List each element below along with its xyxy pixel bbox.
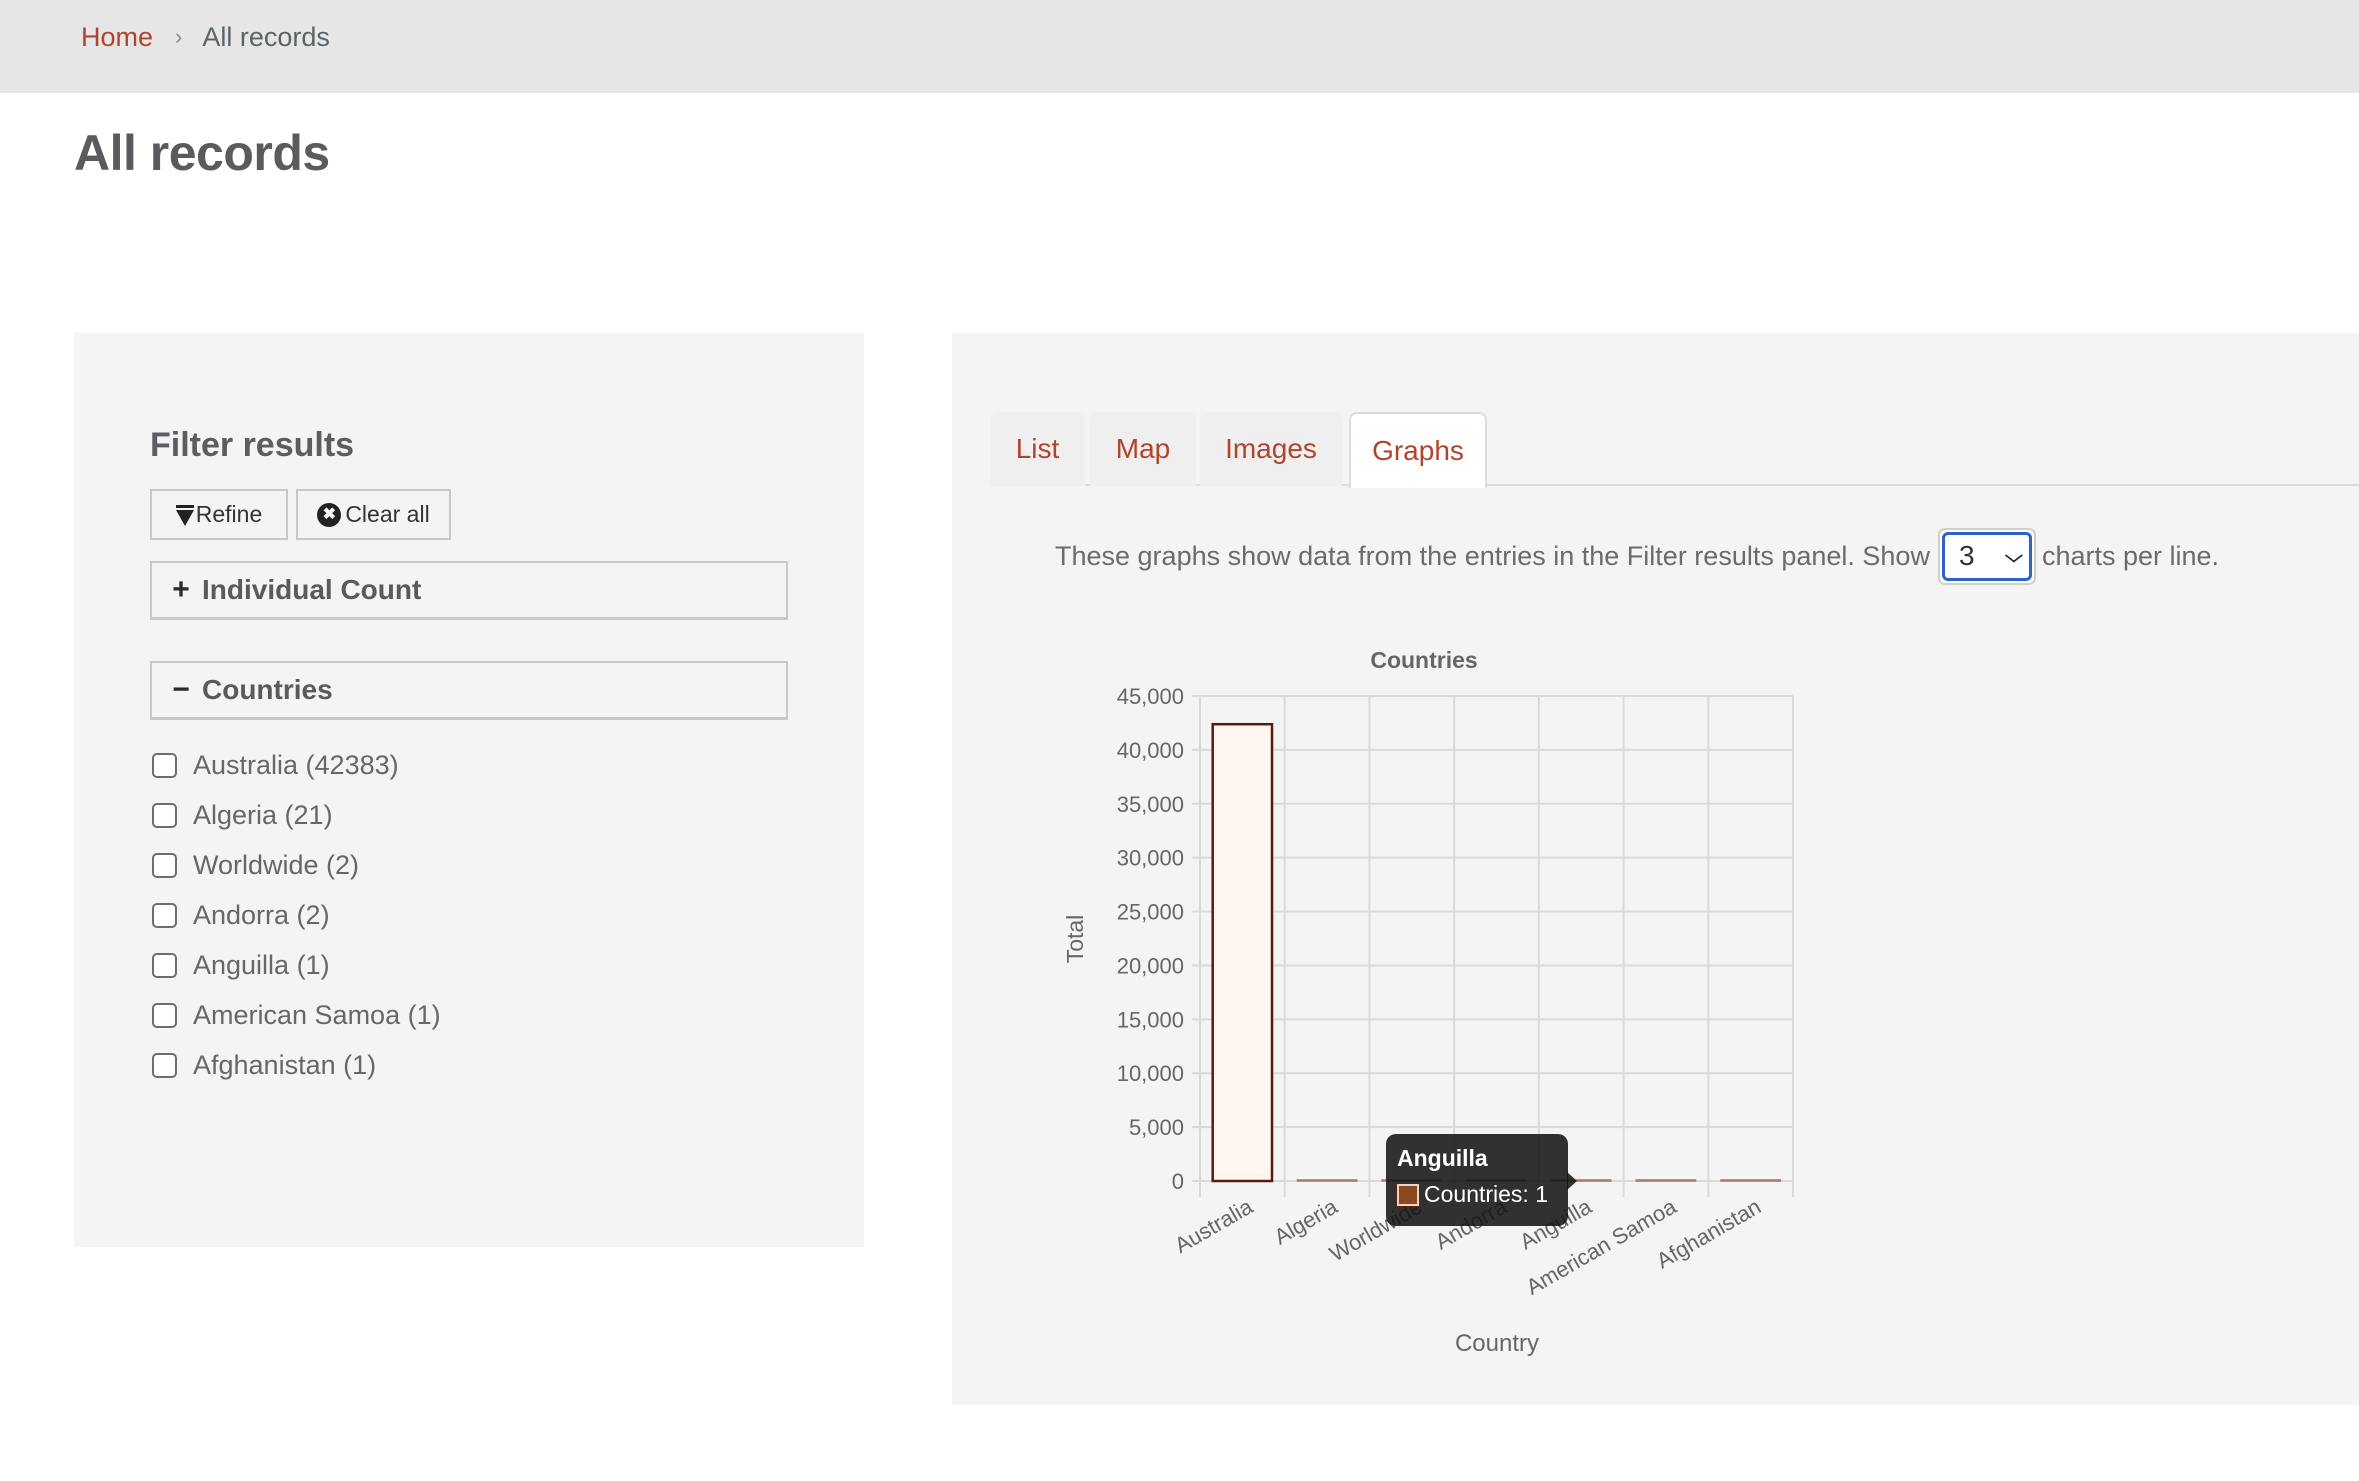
checkbox[interactable] — [152, 902, 177, 928]
clear-all-button[interactable]: ✖ Clear all — [296, 489, 451, 540]
checkbox[interactable] — [152, 952, 177, 978]
tab-graphs[interactable]: Graphs — [1349, 412, 1487, 488]
checkbox[interactable] — [152, 802, 177, 828]
tab-map[interactable]: Map — [1090, 412, 1196, 486]
clear-circle-icon: ✖ — [317, 502, 342, 527]
country-filter-item[interactable]: Worldwide (2) — [150, 840, 441, 890]
checkbox[interactable] — [152, 852, 177, 878]
country-filter-label: Afghanistan (1) — [193, 1049, 377, 1080]
filter-panel: Filter results Refine ✖ Clear all + Indi… — [74, 333, 864, 1247]
refine-button[interactable]: Refine — [150, 489, 288, 540]
charts-per-line-select[interactable]: 3 ⌵ — [1937, 527, 2036, 585]
breadcrumb: Home › All records — [81, 19, 330, 55]
country-filter-item[interactable]: Andorra (2) — [150, 890, 441, 940]
page-title: All records — [74, 125, 330, 181]
chevron-down-icon: ⌵ — [2005, 545, 2024, 566]
graphs-intro-text: These graphs show data from the entries … — [1055, 540, 1930, 571]
graphs-intro: These graphs show data from the entries … — [1055, 526, 2219, 586]
facet-countries-toggle[interactable]: − Countries — [150, 661, 788, 720]
tooltip-value: Countries: 1 — [1424, 1181, 1549, 1207]
select-value: 3 — [1958, 540, 1975, 571]
country-filter-label: Worldwide (2) — [193, 849, 360, 880]
chevron-right-icon: › — [175, 24, 183, 49]
clear-all-button-label: Clear all — [345, 501, 430, 527]
results-panel: List Map Images Graphs These graphs show… — [952, 333, 2359, 1405]
facet-label: Countries — [202, 674, 333, 705]
funnel-icon — [175, 504, 194, 526]
facet-individual-count-toggle[interactable]: + Individual Count — [150, 561, 788, 620]
tab-images[interactable]: Images — [1200, 412, 1342, 486]
tooltip-title: Anguilla — [1397, 1145, 1488, 1171]
plus-icon: + — [172, 573, 190, 606]
country-filter-item[interactable]: Australia (42383) — [150, 740, 441, 790]
checkbox[interactable] — [152, 752, 177, 778]
graphs-intro-suffix: charts per line. — [2041, 540, 2220, 571]
breadcrumb-home-link[interactable]: Home — [81, 19, 153, 55]
tooltip-color-swatch — [1396, 1182, 1420, 1207]
country-filter-label: Anguilla (1) — [193, 949, 330, 980]
country-filter-label: American Samoa (1) — [193, 999, 441, 1030]
tooltip-row: Countries: 1 — [1386, 1181, 1568, 1208]
refine-button-label: Refine — [195, 501, 263, 527]
breadcrumb-current: All records — [202, 22, 330, 52]
checkbox[interactable] — [152, 1052, 177, 1078]
page: Home › All records All records Filter re… — [0, 0, 2359, 1481]
tab-list[interactable]: List — [990, 412, 1085, 486]
minus-icon: − — [172, 673, 190, 706]
country-filter-item[interactable]: Algeria (21) — [150, 790, 441, 840]
chart-tooltip: Anguilla Countries: 1 — [1386, 1134, 1577, 1226]
country-filter-item[interactable]: Afghanistan (1) — [150, 1040, 441, 1090]
breadcrumb-bar: Home › All records — [0, 0, 2359, 93]
filter-panel-title: Filter results — [150, 426, 355, 464]
country-filter-list: Australia (42383) Algeria (21) Worldwide… — [150, 740, 441, 1090]
checkbox[interactable] — [152, 1002, 177, 1028]
country-filter-item[interactable]: American Samoa (1) — [150, 990, 441, 1040]
facet-label: Individual Count — [202, 574, 422, 605]
country-filter-item[interactable]: Anguilla (1) — [150, 940, 441, 990]
country-filter-label: Andorra (2) — [193, 899, 330, 930]
country-filter-label: Algeria (21) — [193, 799, 333, 830]
country-filter-label: Australia (42383) — [193, 749, 399, 780]
